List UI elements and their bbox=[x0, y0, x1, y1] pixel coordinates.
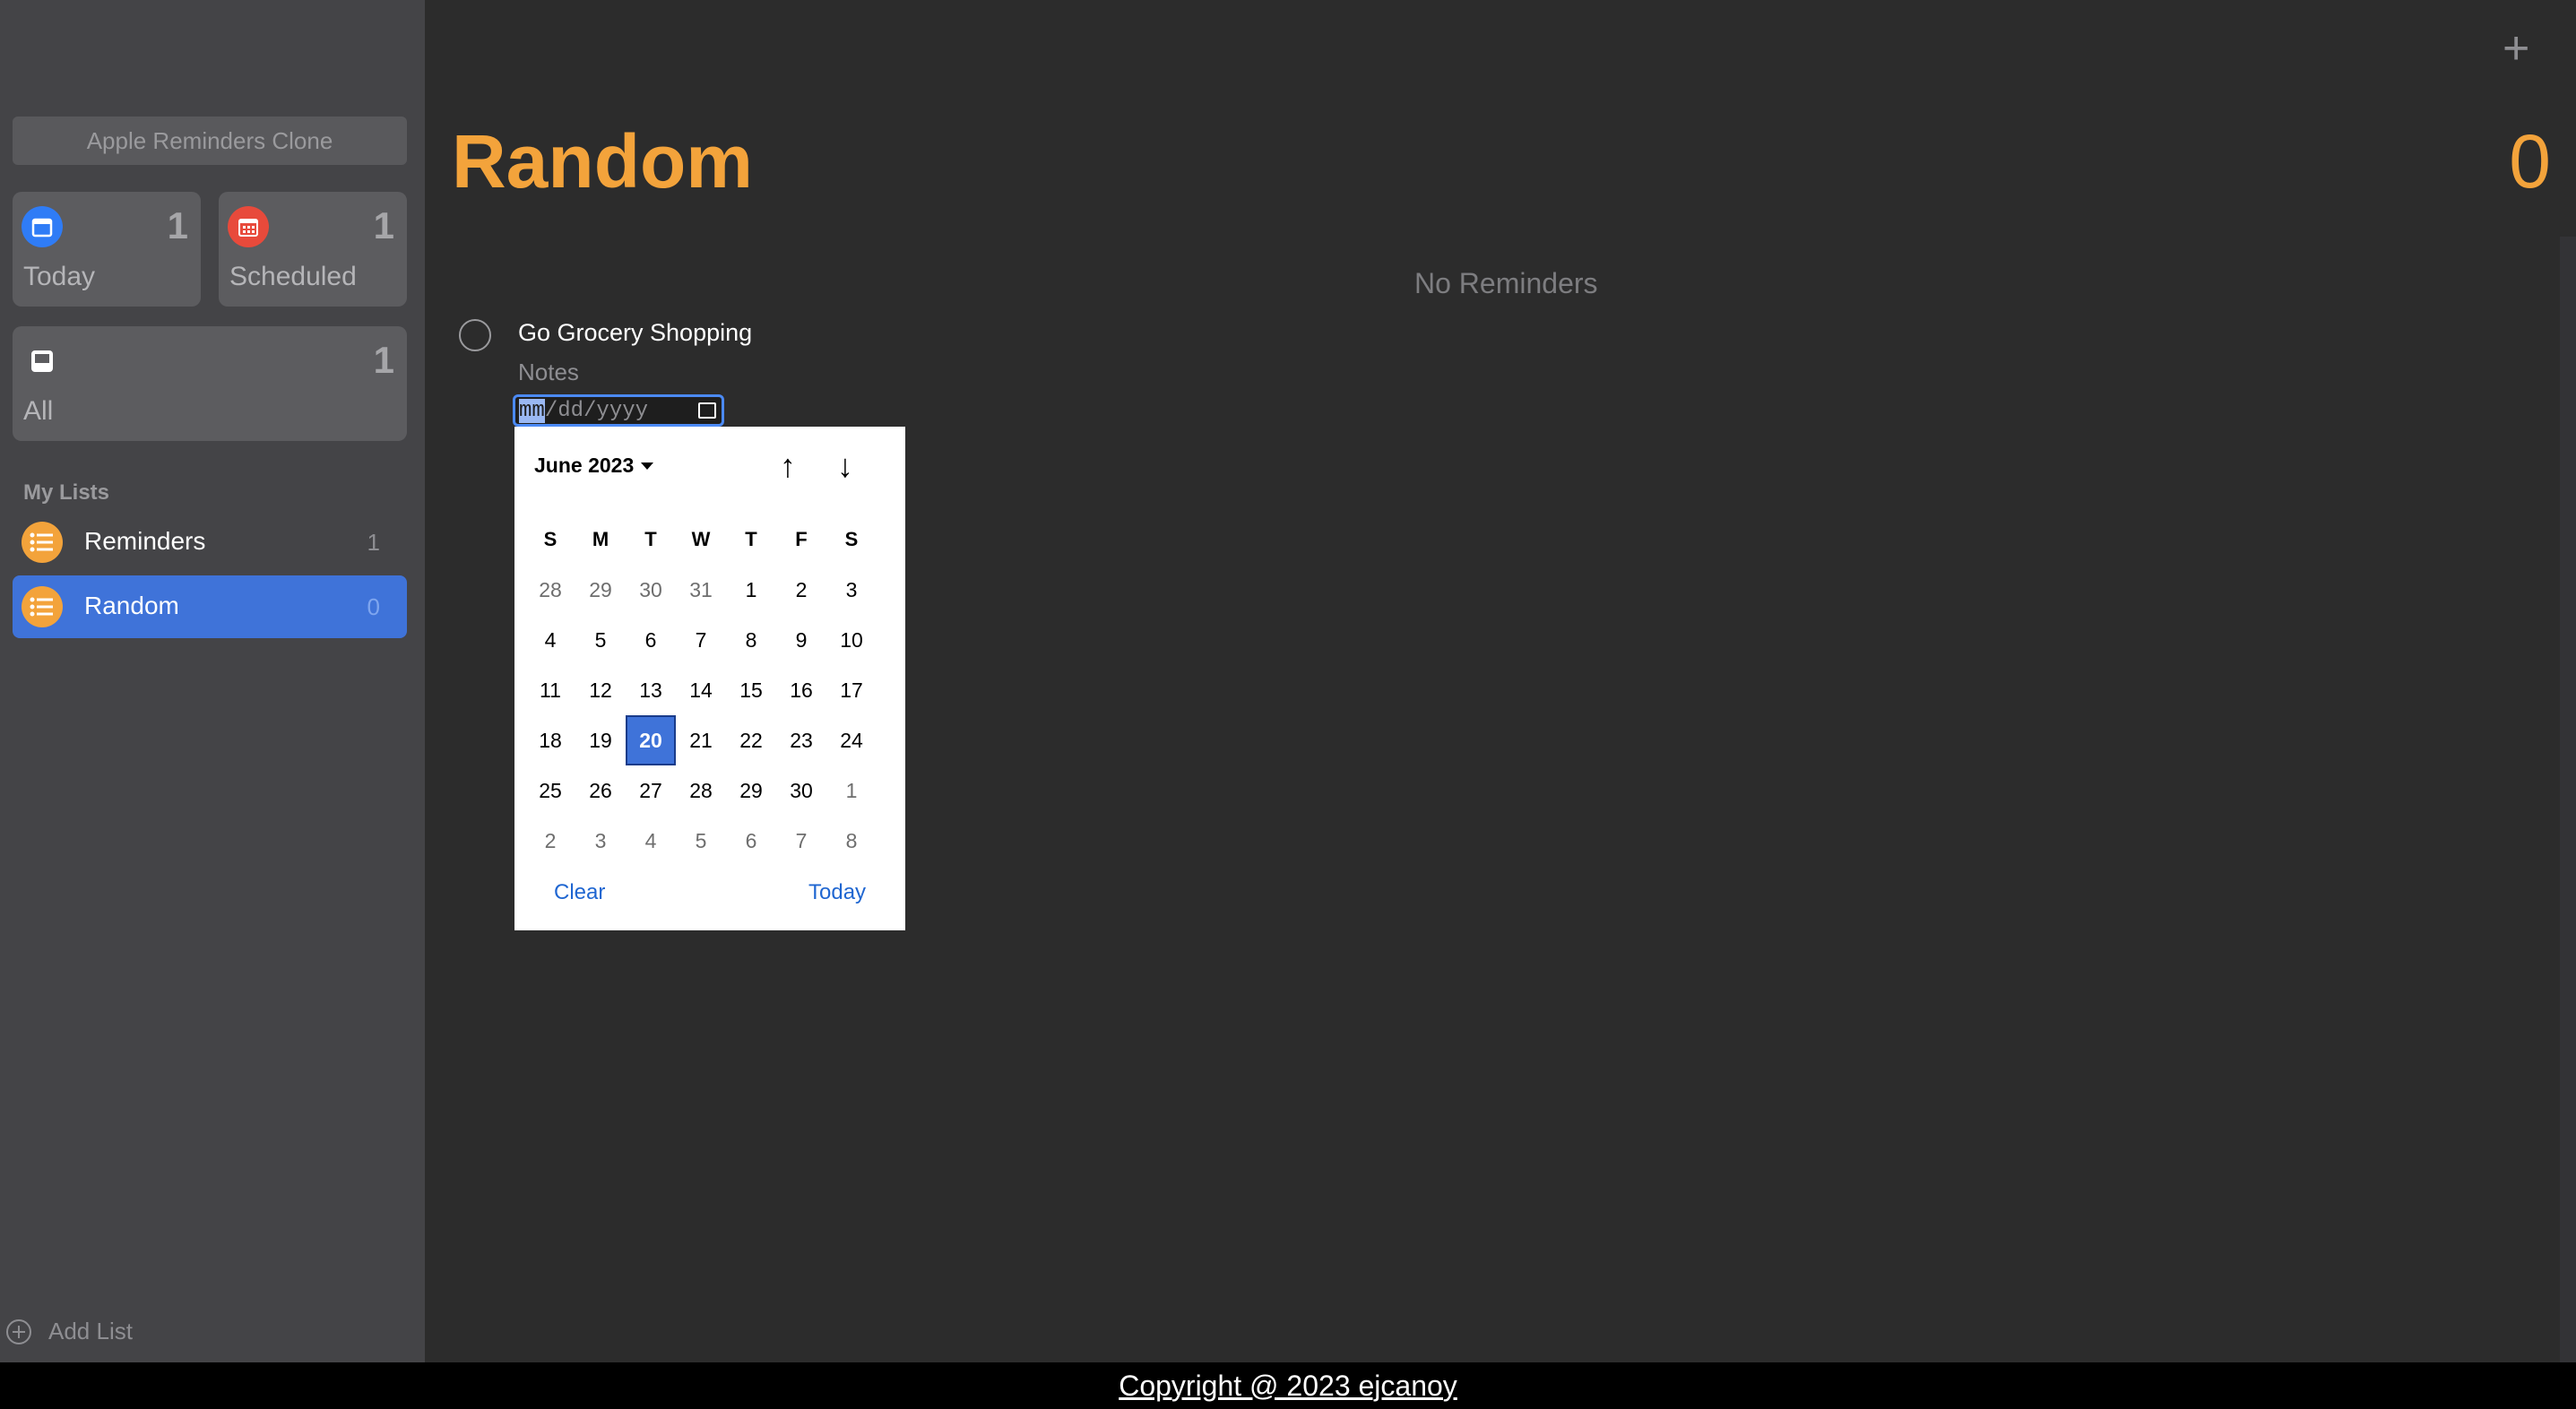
tray-icon bbox=[22, 341, 63, 382]
scheduled-label: Scheduled bbox=[229, 262, 357, 291]
calendar-day[interactable]: 27 bbox=[626, 765, 676, 816]
list-bullets-icon bbox=[22, 586, 63, 627]
list-name: Random bbox=[84, 592, 179, 619]
all-label: All bbox=[23, 396, 54, 426]
calendar-day[interactable]: 11 bbox=[525, 665, 575, 715]
notes-input[interactable]: Notes bbox=[518, 359, 579, 386]
calendar-day[interactable]: 1 bbox=[726, 565, 776, 615]
month-year-label: June 2023 bbox=[534, 454, 635, 477]
calendar-day[interactable]: 29 bbox=[726, 765, 776, 816]
clear-button[interactable]: Clear bbox=[554, 880, 605, 905]
caret-down-icon bbox=[641, 462, 654, 470]
calendar-day[interactable]: 9 bbox=[776, 615, 826, 665]
today-count: 1 bbox=[167, 204, 188, 246]
calendar-day[interactable]: 2 bbox=[525, 816, 575, 866]
calendar-day[interactable]: 21 bbox=[676, 715, 726, 765]
calendar-day[interactable]: 15 bbox=[726, 665, 776, 715]
date-month-segment[interactable]: mm bbox=[519, 398, 545, 423]
page-title: Random bbox=[452, 119, 753, 203]
search-input[interactable]: Apple Reminders Clone bbox=[13, 117, 407, 165]
plus-circle-icon bbox=[5, 1318, 32, 1345]
calendar-day[interactable]: 17 bbox=[826, 665, 877, 715]
calendar-day[interactable]: 7 bbox=[776, 816, 826, 866]
calendar-day[interactable]: 30 bbox=[626, 565, 676, 615]
calendar-day[interactable]: 5 bbox=[575, 615, 626, 665]
my-lists-heading: My Lists bbox=[23, 480, 110, 505]
list-count: 1 bbox=[367, 529, 380, 556]
list-item-reminders[interactable]: Reminders 1 bbox=[13, 511, 407, 574]
calendar-day[interactable]: 25 bbox=[525, 765, 575, 816]
weekday-header: W bbox=[691, 528, 711, 550]
calendar-day[interactable]: 1 bbox=[826, 765, 877, 816]
weekday-header: M bbox=[592, 528, 609, 550]
calendar-day[interactable]: 5 bbox=[676, 816, 726, 866]
calendar-day[interactable]: 24 bbox=[826, 715, 877, 765]
smart-list-scheduled[interactable]: 1 Scheduled bbox=[219, 192, 407, 307]
add-list-button[interactable]: Add List bbox=[5, 1318, 133, 1345]
reminder-title-input[interactable]: Go Grocery Shopping bbox=[518, 319, 752, 347]
list-count: 0 bbox=[367, 593, 380, 620]
calendar-day-selected[interactable]: 20 bbox=[626, 715, 676, 765]
calendar-day[interactable]: 22 bbox=[726, 715, 776, 765]
empty-state-label: No Reminders bbox=[1414, 267, 1598, 299]
calendar-day[interactable]: 23 bbox=[776, 715, 826, 765]
calendar-day[interactable]: 3 bbox=[826, 565, 877, 615]
weekday-header: S bbox=[543, 528, 558, 550]
scheduled-count: 1 bbox=[373, 204, 394, 246]
list-name: Reminders bbox=[84, 527, 206, 555]
calendar-day[interactable]: 28 bbox=[525, 565, 575, 615]
previous-month-arrow-icon[interactable]: ↑ bbox=[780, 450, 796, 482]
month-year-selector[interactable]: June 2023 bbox=[534, 454, 654, 478]
sidebar: Apple Reminders Clone 1 Today 1 Schedule… bbox=[0, 0, 425, 1362]
calendar-day[interactable]: 26 bbox=[575, 765, 626, 816]
calendar-day[interactable]: 31 bbox=[676, 565, 726, 615]
list-count-badge: 0 bbox=[2509, 119, 2551, 203]
list-item-random[interactable]: Random 0 bbox=[13, 575, 407, 638]
scrollbar[interactable] bbox=[2560, 237, 2576, 1362]
calendar-day[interactable]: 13 bbox=[626, 665, 676, 715]
weekday-header: T bbox=[745, 528, 757, 550]
complete-checkbox[interactable] bbox=[459, 319, 491, 351]
calendar-grid-icon bbox=[228, 206, 269, 247]
date-input[interactable]: mm/dd/yyyy bbox=[513, 394, 724, 427]
smart-list-today[interactable]: 1 Today bbox=[13, 192, 201, 307]
calendar-day[interactable]: 4 bbox=[626, 816, 676, 866]
calendar-picker-icon[interactable] bbox=[698, 402, 716, 419]
add-reminder-button[interactable]: + bbox=[2503, 25, 2529, 72]
add-list-label: Add List bbox=[48, 1318, 133, 1344]
all-count: 1 bbox=[373, 339, 394, 381]
calendar-day[interactable]: 3 bbox=[575, 816, 626, 866]
calendar-day[interactable]: 29 bbox=[575, 565, 626, 615]
calendar-day[interactable]: 16 bbox=[776, 665, 826, 715]
date-picker-popup: June 2023 ↑ ↓ S M T W T F S 28 29 30 31 1 2 3 4 5 6 7 8 9 10… bbox=[514, 427, 905, 930]
calendar-day[interactable]: 30 bbox=[776, 765, 826, 816]
copyright-link[interactable]: Copyright @ 2023 ejcanoy bbox=[0, 1362, 2576, 1409]
calendar-day[interactable]: 14 bbox=[676, 665, 726, 715]
weekday-header: T bbox=[644, 528, 657, 550]
calendar-day[interactable]: 4 bbox=[525, 615, 575, 665]
calendar-grid: S M T W T F S 28 29 30 31 1 2 3 4 5 6 7 8 9 10 11 12 13 14 15 16 17… bbox=[525, 514, 896, 866]
calendar-day[interactable]: 12 bbox=[575, 665, 626, 715]
date-rest-segments[interactable]: /dd/yyyy bbox=[545, 399, 648, 423]
calendar-day[interactable]: 2 bbox=[776, 565, 826, 615]
calendar-day[interactable]: 6 bbox=[726, 816, 776, 866]
calendar-day[interactable]: 19 bbox=[575, 715, 626, 765]
calendar-day[interactable]: 7 bbox=[676, 615, 726, 665]
calendar-day[interactable]: 6 bbox=[626, 615, 676, 665]
calendar-icon bbox=[22, 206, 63, 247]
today-label: Today bbox=[23, 262, 96, 291]
calendar-day[interactable]: 10 bbox=[826, 615, 877, 665]
smart-list-all[interactable]: 1 All bbox=[13, 326, 407, 441]
calendar-day[interactable]: 18 bbox=[525, 715, 575, 765]
weekday-header: S bbox=[844, 528, 859, 550]
next-month-arrow-icon[interactable]: ↓ bbox=[837, 450, 853, 482]
today-button[interactable]: Today bbox=[808, 880, 866, 905]
weekday-header: F bbox=[795, 528, 808, 550]
list-bullets-icon bbox=[22, 522, 63, 563]
calendar-day[interactable]: 8 bbox=[726, 615, 776, 665]
calendar-day[interactable]: 28 bbox=[676, 765, 726, 816]
calendar-day[interactable]: 8 bbox=[826, 816, 877, 866]
